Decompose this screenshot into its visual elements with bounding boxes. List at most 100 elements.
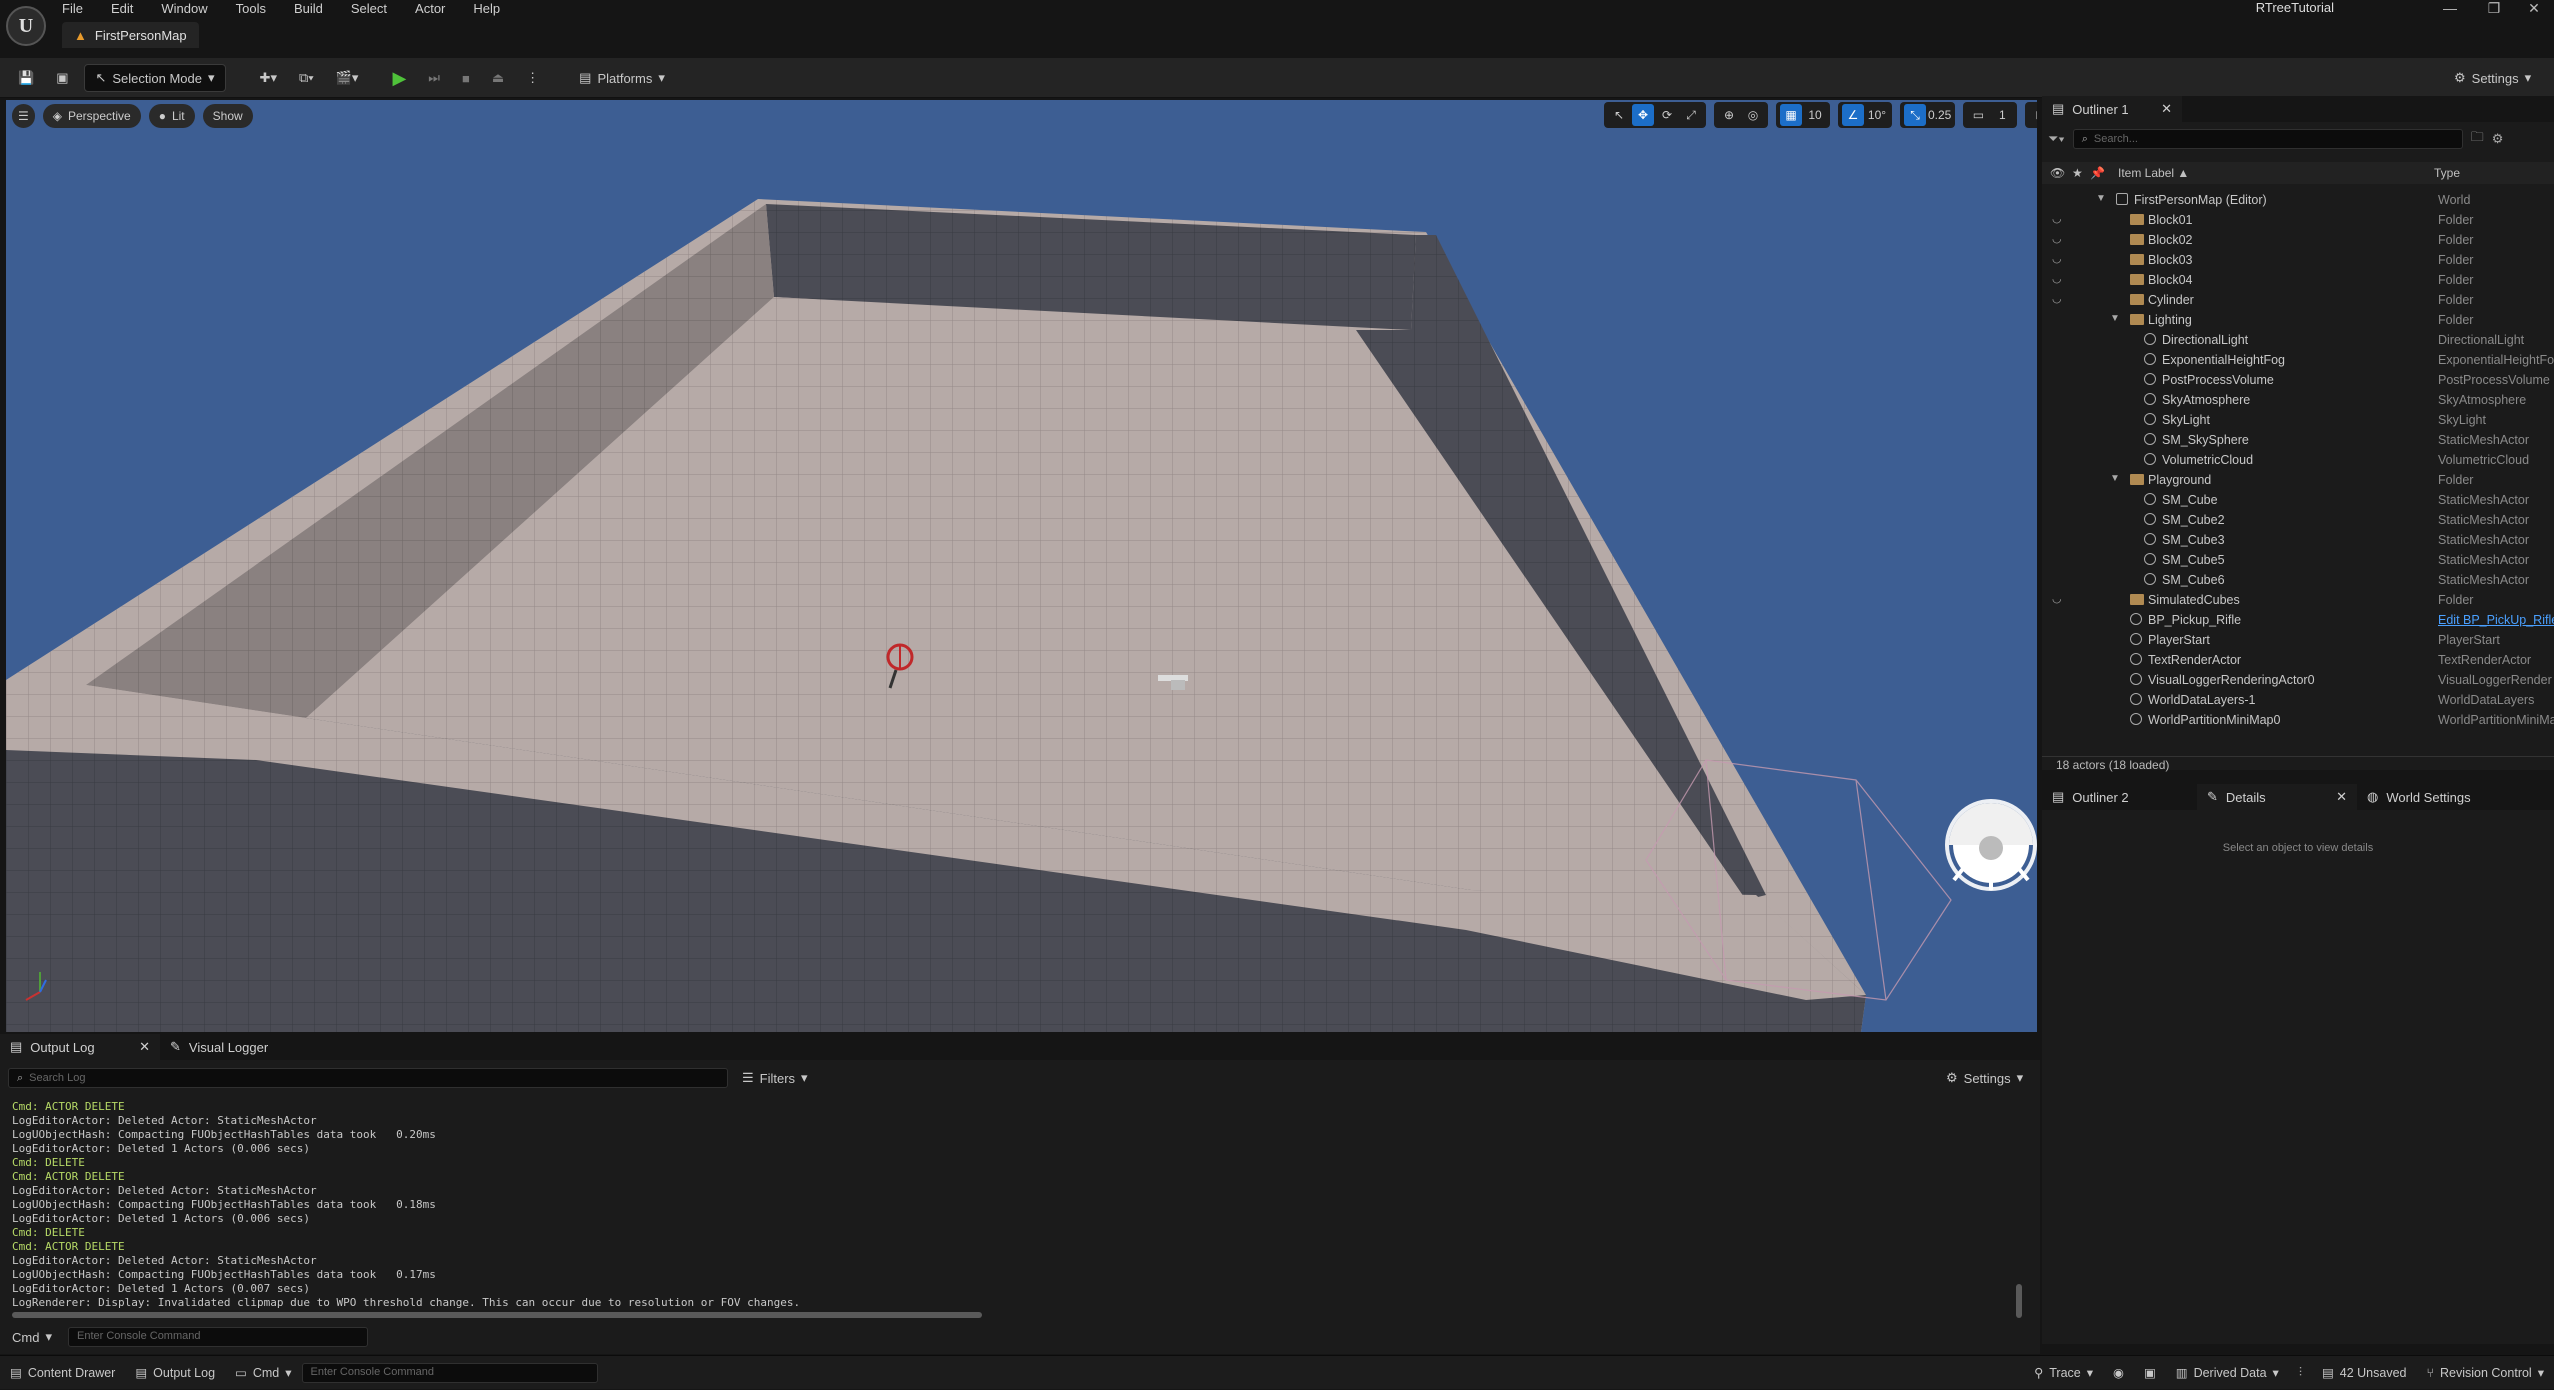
outliner-row[interactable]: VolumetricCloud VolumetricCloud [2042, 450, 2554, 470]
outliner-row[interactable]: SkyAtmosphere SkyAtmosphere [2042, 390, 2554, 410]
menu-actor[interactable]: Actor [415, 1, 445, 16]
expand-caret-icon[interactable]: ▼ [2096, 193, 2106, 204]
outliner-row[interactable]: SkyLight SkyLight [2042, 410, 2554, 430]
visibility-icon[interactable]: ◡ [2052, 592, 2062, 605]
menu-window[interactable]: Window [161, 1, 207, 16]
console-command-input[interactable]: Enter Console Command [67, 1327, 368, 1347]
outliner-row[interactable]: ◡ Block04 Folder [2042, 270, 2554, 290]
settings-dropdown[interactable]: ⚙ Settings ▾ [2448, 64, 2537, 92]
expand-caret-icon[interactable]: ▼ [2110, 313, 2120, 324]
outliner-row[interactable]: ▼ Lighting Folder [2042, 310, 2554, 330]
scale-snap[interactable]: ⤡ 0.25 [1900, 102, 1956, 128]
cmd-dropdown[interactable]: Cmd ▾ [6, 1326, 58, 1348]
trace-dropdown[interactable]: ⚲ Trace ▾ [2024, 1356, 2103, 1390]
world-space-icon[interactable]: ⊕ [1718, 104, 1740, 126]
minimize-button[interactable]: — [2430, 0, 2470, 18]
filters-dropdown[interactable]: ☰ Filters ▾ [736, 1064, 814, 1092]
status-cmd-dropdown[interactable]: ▭ Cmd ▾ [225, 1356, 302, 1390]
outliner-row[interactable]: ◡ Cylinder Folder [2042, 290, 2554, 310]
visibility-icon[interactable]: ◡ [2052, 252, 2062, 265]
save-icon[interactable]: 💾 [12, 64, 40, 92]
step-button[interactable]: ⏭ [422, 64, 446, 92]
more-options-icon[interactable]: ⋮ [520, 64, 545, 92]
column-item-label[interactable]: Item Label ▲ [2118, 166, 2189, 180]
status-output-log-button[interactable]: ▤ Output Log [125, 1356, 225, 1390]
outliner-row[interactable]: SM_Cube2 StaticMeshActor [2042, 510, 2554, 530]
screenshot-icon[interactable]: ▣ [2134, 1356, 2166, 1390]
lit-button[interactable]: ● Lit [148, 104, 195, 128]
selection-mode-dropdown[interactable]: ↖ Selection Mode ▾ [84, 64, 226, 92]
outliner-row[interactable]: ExponentialHeightFog ExponentialHeightFog [2042, 350, 2554, 370]
rotate-icon[interactable]: ⟳ [1656, 104, 1678, 126]
log-settings-dropdown[interactable]: ⚙ Settings ▾ [1940, 1064, 2029, 1092]
tab-details[interactable]: ✎ Details ✕ [2197, 784, 2357, 810]
status-console-input[interactable]: Enter Console Command [301, 1362, 598, 1383]
visibility-icon[interactable]: ◡ [2052, 292, 2062, 305]
show-button[interactable]: Show [202, 104, 253, 128]
outliner-row[interactable]: PlayerStart PlayerStart [2042, 630, 2554, 650]
menu-tools[interactable]: Tools [236, 1, 266, 16]
translate-icon[interactable]: ✥ [1632, 104, 1654, 126]
outliner-row[interactable]: WorldPartitionMiniMap0 WorldPartitionMini… [2042, 710, 2554, 730]
outliner-row[interactable]: VisualLoggerRenderingActor0 VisualLoggerR… [2042, 670, 2554, 690]
tab-output-log[interactable]: ▤ Output Log ✕ [0, 1034, 160, 1060]
camera-speed[interactable]: ▭ 1 [1963, 102, 2018, 128]
eject-button[interactable]: ⏏ [486, 64, 510, 92]
log-search-input[interactable]: ⌕ Search Log [8, 1068, 728, 1088]
menu-select[interactable]: Select [351, 1, 387, 16]
map-tab[interactable]: ▲ FirstPersonMap [62, 22, 199, 48]
menu-file[interactable]: File [62, 1, 83, 16]
close-icon[interactable]: ✕ [139, 1039, 150, 1055]
outliner-row[interactable]: TextRenderActor TextRenderActor [2042, 650, 2554, 670]
close-icon[interactable]: ✕ [2336, 789, 2347, 805]
gear-icon[interactable]: ⚙ [2492, 131, 2504, 147]
outliner-row[interactable]: WorldDataLayers-1 WorldDataLayers [2042, 690, 2554, 710]
source-control-icon[interactable]: ⫶ [2289, 1356, 2312, 1390]
perspective-button[interactable]: ◈ Perspective [42, 104, 141, 128]
cinematics-button[interactable]: 🎬▾ [330, 64, 365, 92]
scale-icon[interactable]: ⤢ [1680, 104, 1702, 126]
menu-build[interactable]: Build [294, 1, 323, 16]
menu-help[interactable]: Help [473, 1, 500, 16]
record-icon[interactable]: ◉ [2103, 1356, 2134, 1390]
revision-control-dropdown[interactable]: ⑂ Revision Control ▾ [2416, 1356, 2554, 1390]
add-actor-button[interactable]: ✚▾ [254, 64, 283, 92]
maximize-button[interactable]: ❐ [2474, 0, 2514, 18]
add-folder-icon[interactable]: 🗀 [2471, 128, 2484, 150]
outliner-row[interactable]: SM_SkySphere StaticMeshActor [2042, 430, 2554, 450]
outliner-row[interactable]: ▼ FirstPersonMap (Editor) World [2042, 190, 2554, 210]
menu-edit[interactable]: Edit [111, 1, 133, 16]
stop-button[interactable]: ■ [456, 64, 476, 92]
outliner-row[interactable]: DirectionalLight DirectionalLight [2042, 330, 2554, 350]
visibility-icon[interactable]: ◡ [2052, 272, 2062, 285]
derived-data-dropdown[interactable]: ▥ Derived Data ▾ [2166, 1356, 2289, 1390]
rotation-snap[interactable]: ∠ 10° [1838, 102, 1892, 128]
outliner-row[interactable]: ◡ Block02 Folder [2042, 230, 2554, 250]
outliner-row[interactable]: SM_Cube StaticMeshActor [2042, 490, 2554, 510]
grid-snap[interactable]: ▦ 10 [1776, 102, 1830, 128]
outliner-row[interactable]: SM_Cube3 StaticMeshActor [2042, 530, 2554, 550]
outliner-row[interactable]: PostProcessVolume PostProcessVolume [2042, 370, 2554, 390]
select-icon[interactable]: ↖ [1608, 104, 1630, 126]
tab-world-settings[interactable]: ◍ World Settings [2357, 784, 2481, 810]
unreal-logo-icon[interactable]: U [6, 6, 46, 46]
outliner-row[interactable]: ◡ Block01 Folder [2042, 210, 2554, 230]
tab-outliner-2[interactable]: ▤ Outliner 2 [2042, 784, 2197, 810]
content-browse-icon[interactable]: ▣ [50, 64, 74, 92]
outliner-row[interactable]: SM_Cube6 StaticMeshActor [2042, 570, 2554, 590]
viewport-layout[interactable]: ⊞ [2025, 102, 2037, 128]
outliner-row[interactable]: ▼ Playground Folder [2042, 470, 2554, 490]
expand-caret-icon[interactable]: ▼ [2110, 473, 2120, 484]
viewport-menu-button[interactable]: ☰ [12, 104, 35, 128]
level-viewport[interactable]: ☰ ◈ Perspective ● Lit Show ↖ ✥ ⟳ ⤢ ⊕ ◎ ▦… [6, 100, 2037, 1032]
outliner-row[interactable]: ◡ SimulatedCubes Folder [2042, 590, 2554, 610]
visibility-icon[interactable]: ◡ [2052, 232, 2062, 245]
column-type[interactable]: Type [2434, 166, 2460, 180]
tab-visual-logger[interactable]: ✎ Visual Logger [160, 1034, 278, 1060]
surface-snap-icon[interactable]: ◎ [1742, 104, 1764, 126]
log-vertical-scrollbar[interactable] [2016, 1284, 2022, 1318]
outliner-row[interactable]: SM_Cube5 StaticMeshActor [2042, 550, 2554, 570]
outliner-row[interactable]: ◡ Block03 Folder [2042, 250, 2554, 270]
close-icon[interactable]: ✕ [2161, 101, 2172, 117]
close-window-button[interactable]: ✕ [2514, 0, 2554, 18]
